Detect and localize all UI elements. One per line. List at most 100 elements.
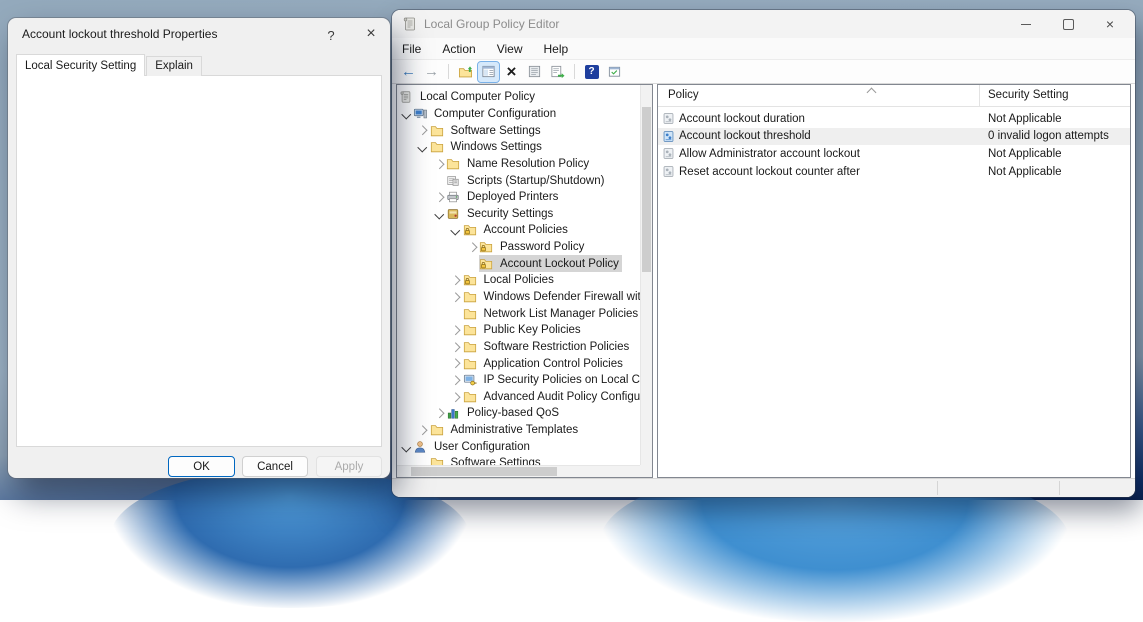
tab-local-security-setting[interactable]: Local Security Setting [16,54,145,76]
tree-item-label: Public Key Policies [481,324,584,336]
tree-item-policy-based-qos[interactable]: Policy-based QoS [397,405,640,422]
tree-item-ip-security-policies-on-local-computer[interactable]: IP Security Policies on Local Computer [397,372,640,389]
policy-row-allow-administrator-account-lockout[interactable]: Allow Administrator account lockoutNot A… [658,145,1130,163]
sort-ascending-icon [867,88,877,98]
computer-icon [413,107,431,121]
tree-item-label: Local Policies [481,274,557,286]
tab-page [16,75,382,447]
tree-item-name-resolution-policy[interactable]: Name Resolution Policy [397,156,640,173]
policy-list-pane: Policy Security Setting Account lockout … [657,84,1131,478]
scrollbar-thumb[interactable] [411,467,557,476]
tree-item-label: Windows Defender Firewall with Advanced … [481,291,641,303]
chevron-right-icon[interactable] [449,372,463,389]
policy-row-account-lockout-duration[interactable]: Account lockout durationNot Applicable [658,110,1130,128]
chevron-down-icon[interactable] [399,438,413,455]
tree-item-local-computer-policy[interactable]: Local Computer Policy [397,89,640,106]
column-divider[interactable] [979,85,980,106]
tree-item-windows-defender-firewall-with-advanced-security[interactable]: Windows Defender Firewall with Advanced … [397,289,640,306]
policy-row-reset-account-lockout-counter-after[interactable]: Reset account lockout counter afterNot A… [658,163,1130,181]
ok-button[interactable]: OK [168,456,235,477]
column-header-policy[interactable]: Policy [668,89,699,101]
tree-item-computer-configuration[interactable]: Computer Configuration [397,106,640,123]
tree-item-core: Advanced Audit Policy Configuration [463,389,641,406]
menu-help[interactable]: Help [544,42,569,56]
tree-horizontal-scrollbar[interactable] [397,465,640,477]
chevron-right-icon[interactable] [449,322,463,339]
chart-icon [446,406,464,420]
tree-item-label: Policy-based QoS [464,407,562,419]
tree-item-scripts-startup-shutdown[interactable]: Scripts (Startup/Shutdown) [397,172,640,189]
tree-item-local-policies[interactable]: Local Policies [397,272,640,289]
export-list-icon[interactable] [547,62,568,82]
chevron-right-icon[interactable] [449,272,463,289]
tree-vertical-scrollbar[interactable] [640,85,652,465]
column-header-security-setting[interactable]: Security Setting [988,89,1069,101]
tree-item-account-lockout-policy[interactable]: Account Lockout Policy [397,255,640,272]
up-one-level-icon[interactable] [455,62,476,82]
cancel-button[interactable]: Cancel [242,456,308,477]
chevron-right-icon[interactable] [449,339,463,356]
chevron-down-icon[interactable] [399,106,413,123]
tree-item-core: Computer Configuration [413,106,559,123]
tab-explain[interactable]: Explain [146,56,202,76]
tree-item-windows-settings[interactable]: Windows Settings [397,139,640,156]
menu-view[interactable]: View [497,42,523,56]
folder-lock-icon [479,240,497,254]
apply-button[interactable]: Apply [316,456,382,477]
tree-item-core: Policy-based QoS [446,405,562,422]
tree-item-label: Computer Configuration [431,108,559,120]
tree-item-software-settings[interactable]: Software Settings [397,455,640,465]
menu-action[interactable]: Action [442,42,475,56]
dialog-help-button[interactable]: ? [320,25,342,45]
menu-file[interactable]: File [402,42,421,56]
policy-name: Allow Administrator account lockout [679,148,860,160]
close-button[interactable]: × [1089,10,1131,38]
tree-item-label: Software Settings [448,457,544,465]
tree-item-label: Local Computer Policy [417,91,538,103]
chevron-right-icon[interactable] [449,289,463,306]
properties-icon[interactable] [524,62,545,82]
tree-item-account-policies[interactable]: Account Policies [397,222,640,239]
chevron-right-icon[interactable] [432,405,446,422]
folder-icon [463,323,481,337]
chevron-right-icon[interactable] [432,156,446,173]
chevron-right-icon[interactable] [465,239,479,256]
window-titlebar[interactable]: Local Group Policy Editor × [392,10,1135,38]
show-window-icon[interactable] [604,62,625,82]
tree-item-user-configuration[interactable]: User Configuration [397,438,640,455]
delete-icon[interactable]: × [501,62,522,82]
chevron-right-icon[interactable] [416,422,430,439]
chevron-down-icon[interactable] [416,139,430,156]
tree-item-software-settings[interactable]: Software Settings [397,122,640,139]
window-title: Local Group Policy Editor [424,17,559,31]
tree-item-public-key-policies[interactable]: Public Key Policies [397,322,640,339]
dialog-close-button[interactable]: × [358,23,384,45]
policy-row-account-lockout-threshold[interactable]: Account lockout threshold0 invalid logon… [658,128,1130,146]
tree-item-security-settings[interactable]: Security Settings [397,205,640,222]
back-icon[interactable]: ← [398,62,419,82]
tree-item-advanced-audit-policy-configuration[interactable]: Advanced Audit Policy Configuration [397,389,640,406]
chevron-down-icon[interactable] [432,205,446,222]
gpo-icon [399,90,417,104]
tree-item-password-policy[interactable]: Password Policy [397,239,640,256]
chevron-right-icon[interactable] [449,389,463,406]
chevron-right-icon[interactable] [449,355,463,372]
minimize-button[interactable] [1005,10,1047,38]
menu-bar: File Action View Help [392,38,1135,60]
show-console-tree-icon[interactable] [478,62,499,82]
folder-icon [430,124,448,138]
help-icon[interactable]: ? [581,62,602,82]
tree-item-software-restriction-policies[interactable]: Software Restriction Policies [397,339,640,356]
tree-item-administrative-templates[interactable]: Administrative Templates [397,422,640,439]
chevron-right-icon[interactable] [416,122,430,139]
chevron-down-icon[interactable] [449,222,463,239]
tree-item-deployed-printers[interactable]: Deployed Printers [397,189,640,206]
forward-icon[interactable]: → [421,62,442,82]
chevron-right-icon[interactable] [432,189,446,206]
tree-item-network-list-manager-policies[interactable]: Network List Manager Policies [397,305,640,322]
maximize-button[interactable] [1047,10,1089,38]
folder-lock-icon [463,223,481,237]
scrollbar-thumb[interactable] [642,107,651,272]
status-bar [392,478,1135,497]
tree-item-application-control-policies[interactable]: Application Control Policies [397,355,640,372]
